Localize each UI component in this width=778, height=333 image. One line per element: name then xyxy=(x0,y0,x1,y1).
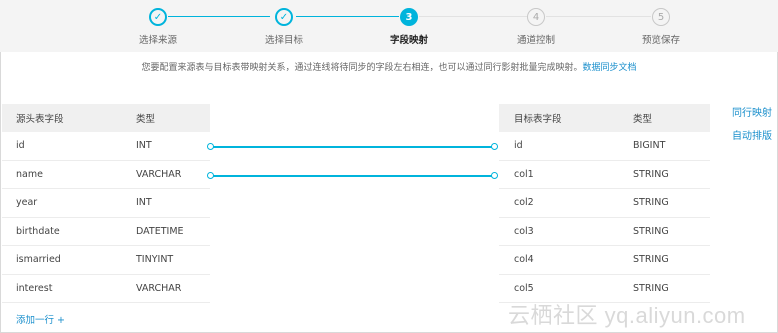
table-row[interactable]: birthdate DATETIME xyxy=(2,217,210,246)
target-field-name: col3 xyxy=(499,217,618,246)
table-row[interactable]: col3 STRING xyxy=(499,217,710,246)
mapping-instructions: 您要配置来源表与目标表带映射关系，通过连线将待同步的字段左右相连，也可以通过同行… xyxy=(0,60,778,73)
step-2-check-icon: ✓ xyxy=(275,8,293,26)
step-4-number: 4 xyxy=(527,8,545,26)
step-1-check-icon: ✓ xyxy=(149,8,167,26)
step-4-label: 通道控制 xyxy=(516,35,555,46)
source-table-header: 源头表字段 类型 xyxy=(2,104,210,132)
step-1-label: 选择来源 xyxy=(138,35,177,46)
source-field-header: 源头表字段 xyxy=(2,104,122,132)
mapping-line-name[interactable] xyxy=(213,175,494,177)
target-field-type: STRING xyxy=(618,245,710,275)
source-field-name: interest xyxy=(2,274,122,303)
table-row[interactable]: col1 STRING xyxy=(499,160,710,189)
table-row[interactable]: year INT xyxy=(2,188,210,218)
step-preview-save[interactable]: 5 预览保存 xyxy=(621,8,701,46)
source-type-header: 类型 xyxy=(122,104,210,132)
source-field-name: ismarried xyxy=(2,245,122,275)
source-field-name: id xyxy=(2,132,122,161)
source-field-type: INT xyxy=(122,188,210,218)
source-anchor-id[interactable] xyxy=(207,143,214,150)
step-select-source[interactable]: ✓ 选择来源 xyxy=(118,8,198,46)
source-field-type: VARCHAR xyxy=(122,160,210,189)
source-table: 源头表字段 类型 id INT name VARCHAR year INT birth… xyxy=(2,104,210,303)
target-type-header: 类型 xyxy=(618,104,710,132)
step-5-label: 预览保存 xyxy=(641,35,680,46)
step-3-number: 3 xyxy=(400,8,418,26)
target-anchor-col1[interactable] xyxy=(491,172,498,179)
instruction-text: 您要配置来源表与目标表带映射关系，通过连线将待同步的字段左右相连，也可以通过同行… xyxy=(141,63,583,73)
add-row-button[interactable]: 添加一行 + xyxy=(16,312,65,326)
table-row[interactable]: ismarried TINYINT xyxy=(2,245,210,275)
step-5-number: 5 xyxy=(652,8,670,26)
source-field-type: INT xyxy=(122,132,210,161)
source-field-type: DATETIME xyxy=(122,217,210,246)
target-field-type: STRING xyxy=(618,217,710,246)
table-row[interactable]: id BIGINT xyxy=(499,132,710,161)
step-3-label: 字段映射 xyxy=(389,35,428,46)
target-field-name: id xyxy=(499,132,618,161)
target-field-type: STRING xyxy=(618,188,710,218)
target-field-name: col2 xyxy=(499,188,618,218)
same-row-mapping-button[interactable]: 同行映射 xyxy=(732,104,772,119)
step-field-mapping[interactable]: 3 字段映射 xyxy=(369,8,449,46)
source-field-type: TINYINT xyxy=(122,245,210,275)
target-field-header: 目标表字段 xyxy=(499,104,618,132)
auto-layout-button[interactable]: 自动排版 xyxy=(732,127,772,142)
wizard-stepper: ✓ 选择来源 ✓ 选择目标 3 字段映射 4 通道控制 5 预览保存 xyxy=(0,0,778,52)
watermark: 云栖社区 yq.aliyun.com xyxy=(508,303,746,328)
target-field-name: col4 xyxy=(499,245,618,275)
data-sync-doc-link[interactable]: 数据同步文档 xyxy=(583,63,637,73)
source-field-type: VARCHAR xyxy=(122,274,210,303)
source-field-name: year xyxy=(2,188,122,218)
table-row[interactable]: interest VARCHAR xyxy=(2,274,210,303)
table-row[interactable]: id INT xyxy=(2,132,210,161)
target-field-type: STRING xyxy=(618,160,710,189)
step-select-target[interactable]: ✓ 选择目标 xyxy=(244,8,324,46)
source-field-name: birthdate xyxy=(2,217,122,246)
table-row[interactable]: col2 STRING xyxy=(499,188,710,218)
source-field-name: name xyxy=(2,160,122,189)
target-field-name: col1 xyxy=(499,160,618,189)
step-2-label: 选择目标 xyxy=(264,35,303,46)
target-anchor-id[interactable] xyxy=(491,143,498,150)
table-row[interactable]: col4 STRING xyxy=(499,245,710,275)
step-channel-control[interactable]: 4 通道控制 xyxy=(496,8,576,46)
mapping-line-id[interactable] xyxy=(213,146,494,148)
target-table-header: 目标表字段 类型 xyxy=(499,104,710,132)
table-row[interactable]: name VARCHAR xyxy=(2,160,210,189)
target-field-type: BIGINT xyxy=(618,132,710,161)
source-anchor-name[interactable] xyxy=(207,172,214,179)
target-table: 目标表字段 类型 id BIGINT col1 STRING col2 STRING … xyxy=(499,104,710,303)
